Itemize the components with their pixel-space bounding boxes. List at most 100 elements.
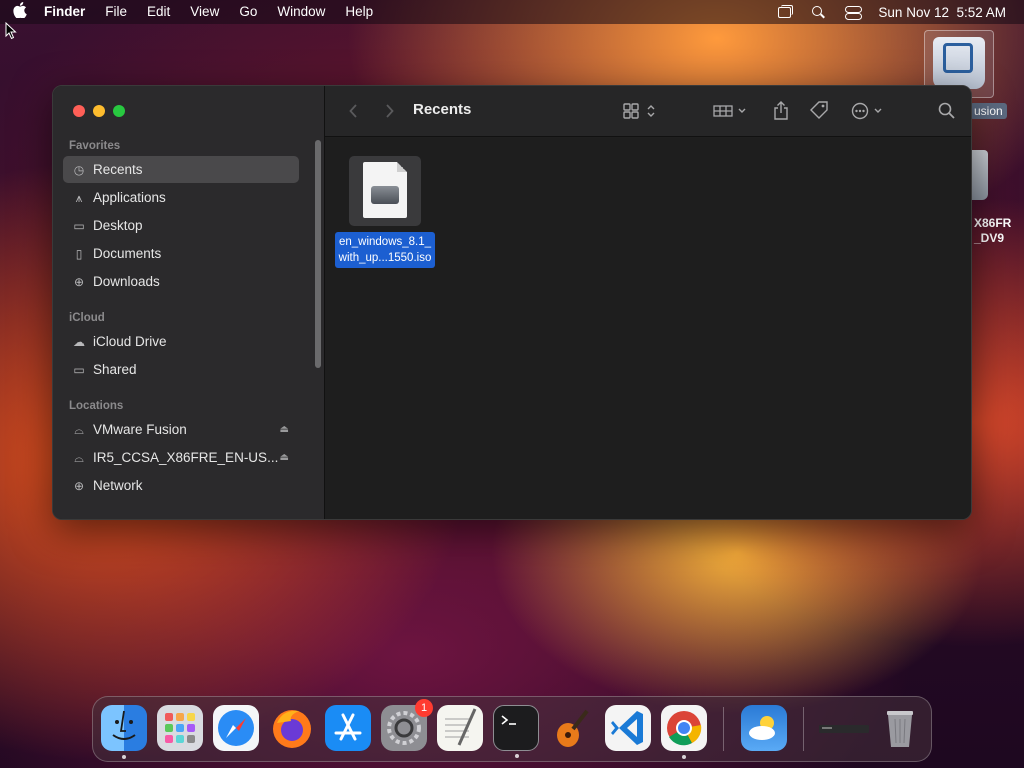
sidebar-item-label: Shared [93,362,137,377]
desktop-icon: ▭ [73,218,85,233]
forward-button[interactable] [379,99,399,123]
sidebar: Favorites ◷ Recents ⩚ Applications ▭ Des… [53,86,325,519]
sidebar-item-label: Recents [93,162,143,177]
close-button[interactable] [73,105,85,117]
dock-weather[interactable] [741,705,787,751]
globe-icon: ⊕ [73,478,85,493]
dock-terminal[interactable] [493,705,539,758]
launchpad-grid-icon [165,713,195,743]
shared-folder-icon: ▭ [73,362,85,377]
sidebar-item-label: Desktop [93,218,143,233]
firefox-icon [273,710,311,748]
minimize-button[interactable] [93,105,105,117]
file-thumbnail [349,156,421,226]
app-store-icon [334,713,362,741]
menu-help[interactable]: Help [335,0,383,24]
grid-view-icon [623,103,655,119]
file-name-line1: en_windows_8.1_ [338,236,432,248]
sidebar-item-label: IR5_CCSA_X86FRE_EN-US... [93,450,279,465]
dock-separator [803,707,804,751]
sidebar-item-network[interactable]: ⊕ Network [63,472,299,499]
menu-view[interactable]: View [180,0,229,24]
zoom-button[interactable] [113,105,125,117]
finder-face-icon [112,710,136,740]
dock-chrome[interactable] [661,705,707,759]
sidebar-scrollbar[interactable] [315,140,321,368]
applications-icon: ⩚ [75,190,83,205]
weather-cloud-icon [749,716,775,740]
iso-desktop-label-line1: X86FR [974,216,1012,230]
menubar-clock[interactable]: Sun Nov 12 5:52 AM [878,5,1006,20]
menu-file[interactable]: File [95,0,137,24]
iso-disk-desktop-icon[interactable] [970,150,988,200]
eject-icon[interactable]: ⏏ [280,452,289,463]
sidebar-item-applications[interactable]: ⩚ Applications [63,184,299,211]
guitar-icon [557,709,589,747]
eject-icon[interactable]: ⏏ [280,424,289,435]
dock-trash[interactable] [877,705,923,751]
notification-badge: 1 [415,699,433,717]
view-mode-button[interactable] [621,99,661,123]
menu-app-name[interactable]: Finder [40,0,95,24]
dock-system-settings[interactable]: 1 [381,699,433,751]
control-center-icon[interactable] [844,5,863,20]
share-button[interactable] [769,99,793,123]
sidebar-item-label: Network [93,478,143,493]
dock-firefox[interactable] [269,705,315,751]
dock-separator [723,707,724,751]
dock-safari[interactable] [213,705,259,751]
vmware-logo-icon [943,43,973,73]
group-by-button[interactable] [711,99,751,123]
sidebar-item-documents[interactable]: ▯ Documents [63,240,299,267]
dock-minimized-window[interactable] [819,705,869,751]
iso-desktop-label[interactable]: X86FR _DV9 [974,216,1011,246]
section-locations: Locations [69,400,124,412]
vscode-icon [611,711,643,745]
sidebar-item-iso-volume[interactable]: ⌓ IR5_CCSA_X86FRE_EN-US... ⏏ [63,444,299,471]
sidebar-item-icloud-drive[interactable]: ☁ iCloud Drive [63,328,299,355]
sidebar-item-label: iCloud Drive [93,334,167,349]
dock-garageband[interactable] [549,705,595,751]
chevron-right-icon [385,104,394,118]
file-name-label: en_windows_8.1_ with_up...1550.iso [334,232,436,268]
spotlight-search-icon[interactable] [810,5,828,19]
dock-app-store[interactable] [325,705,371,751]
document-icon: ▯ [75,246,83,261]
menu-window[interactable]: Window [267,0,335,24]
apple-icon[interactable] [0,2,40,22]
sidebar-item-label: Applications [93,190,166,205]
sidebar-item-shared[interactable]: ▭ Shared [63,356,299,383]
window-title: Recents [413,101,472,118]
dock-textedit[interactable] [437,705,483,751]
dock-vscode[interactable] [605,705,651,751]
sidebar-item-recents[interactable]: ◷ Recents [63,156,299,183]
sidebar-item-desktop[interactable]: ▭ Desktop [63,212,299,239]
terminal-icon [501,715,516,725]
sidebar-item-downloads[interactable]: ⊕ Downloads [63,268,299,295]
menu-edit[interactable]: Edit [137,0,180,24]
drive-icon: ⌓ [74,422,84,437]
dock-launchpad[interactable] [157,705,203,751]
screen-mirroring-icon[interactable] [776,5,794,19]
clock-icon: ◷ [73,162,85,177]
chrome-icon [667,711,702,746]
search-button[interactable] [935,99,959,123]
dock-finder[interactable] [101,705,147,759]
vmware-desktop-label[interactable]: usion [970,103,1007,119]
cloud-icon: ☁ [73,334,85,349]
file-browser-content[interactable]: en_windows_8.1_ with_up...1550.iso [325,138,971,519]
section-icloud: iCloud [69,312,105,324]
tags-button[interactable] [807,99,831,123]
window-controls [73,105,125,117]
menu-go[interactable]: Go [229,0,267,24]
search-icon [938,102,955,119]
trash-icon [887,711,913,747]
sidebar-item-label: VMware Fusion [93,422,187,437]
back-button[interactable] [343,99,363,123]
more-actions-button[interactable] [849,99,889,123]
finder-window: Favorites ◷ Recents ⩚ Applications ▭ Des… [52,85,972,520]
sidebar-item-vmware-fusion[interactable]: ⌓ VMware Fusion ⏏ [63,416,299,443]
section-favorites: Favorites [69,140,121,152]
file-name-line2: with_up...1550.iso [338,252,432,264]
file-item[interactable]: en_windows_8.1_ with_up...1550.iso [329,156,441,268]
